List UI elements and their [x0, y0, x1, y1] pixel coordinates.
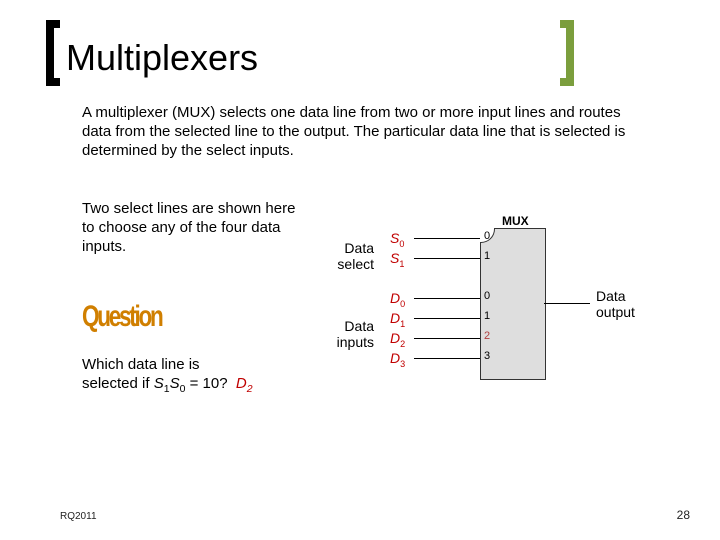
pin-din-2: 2 — [484, 330, 490, 342]
footer-left: RQ2011 — [60, 511, 97, 522]
wire-d3 — [414, 358, 480, 359]
pin-din-0: 0 — [484, 290, 490, 302]
wire-d2 — [414, 338, 480, 339]
answer: D2 — [236, 375, 253, 392]
intro-paragraph: A multiplexer (MUX) selects one data lin… — [82, 104, 642, 160]
question-text: Which data line is selected if S1S0 = 10… — [82, 356, 312, 396]
mux-chip-label: MUX — [502, 214, 529, 228]
pin-sel-1: 1 — [484, 250, 490, 262]
pin-din-3: 3 — [484, 350, 490, 362]
question-line1: Which data line is — [82, 356, 200, 373]
signal-d0: D0 — [390, 290, 405, 309]
pin-sel-0: 0 — [484, 230, 490, 242]
signal-s1: S1 — [390, 250, 404, 269]
signal-d2: D2 — [390, 330, 405, 349]
wire-output — [544, 303, 590, 304]
q-suffix: = 10? — [185, 375, 227, 392]
wire-d0 — [414, 298, 480, 299]
body-paragraph: Two select lines are shown here to choos… — [82, 200, 312, 256]
answer-sub: 2 — [247, 383, 253, 395]
mux-diagram: MUX Data select S0 0 S1 1 Data inputs D0… — [330, 200, 650, 420]
footer-page-number: 28 — [677, 508, 690, 522]
question-heading: Question — [82, 300, 162, 334]
q-var1: S — [154, 375, 164, 392]
title-bracket-right — [560, 20, 574, 86]
q-var2: S — [170, 375, 180, 392]
page-title: Multiplexers — [60, 28, 258, 88]
signal-d1: D1 — [390, 310, 405, 329]
data-select-label: Data select — [330, 240, 374, 272]
wire-s0 — [414, 238, 480, 239]
pin-din-1: 1 — [484, 310, 490, 322]
answer-var: D — [236, 375, 247, 392]
wire-s1 — [414, 258, 480, 259]
question-line2-prefix: selected if — [82, 375, 154, 392]
title-bracket-left — [46, 20, 60, 86]
signal-d3: D3 — [390, 350, 405, 369]
data-output-label: Data output — [596, 288, 650, 320]
signal-s0: S0 — [390, 230, 404, 249]
data-inputs-label: Data inputs — [330, 318, 374, 350]
wire-d1 — [414, 318, 480, 319]
